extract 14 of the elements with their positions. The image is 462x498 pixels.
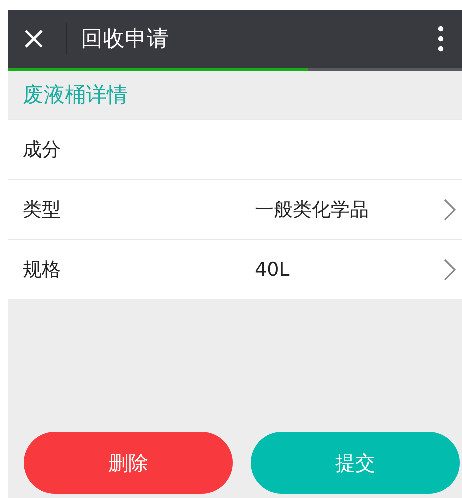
field-label: 规格 [23,258,62,282]
page-title: 回收申请 [81,26,170,54]
more-icon[interactable] [438,26,444,52]
select-row[interactable]: 类型 一般类化学品 [8,179,462,239]
field-label: 类型 [23,198,62,222]
section-title: 废液桶详情 [23,82,128,109]
field-value: 40L [255,258,291,280]
field-value: 一般类化学品 [255,198,370,222]
close-icon[interactable] [24,29,44,49]
field-label: 成分 [23,138,62,162]
chevron-right-icon [444,198,456,220]
delete-button[interactable]: 删除 [24,432,233,494]
select-row[interactable]: 规格 40L [8,239,462,299]
chevron-right-icon [444,258,456,280]
